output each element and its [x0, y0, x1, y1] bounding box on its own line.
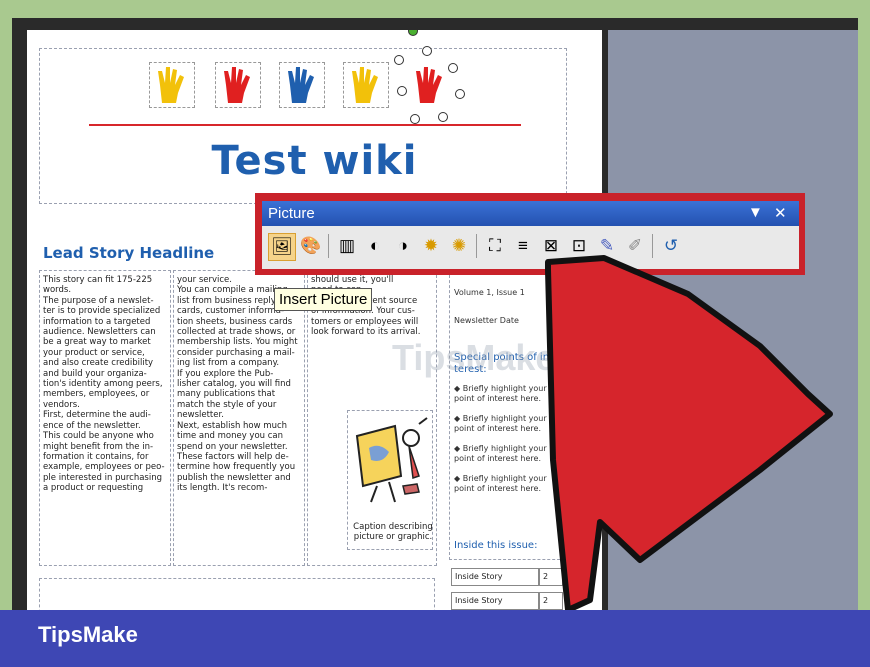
set-transparent-color-icon: ✐	[627, 236, 643, 255]
table-row[interactable]: Inside Story	[451, 568, 539, 586]
insert-picture-tooltip: Insert Picture	[274, 288, 373, 311]
lead-story-headline[interactable]: Lead Story Headline	[43, 244, 214, 262]
yellow-hand-image	[343, 62, 389, 108]
close-icon[interactable]: ✕	[774, 204, 787, 222]
selected-red-hand-image[interactable]	[407, 62, 453, 108]
masthead-rule	[89, 124, 521, 126]
less-contrast-icon: ◑	[397, 236, 409, 255]
rotate-handle[interactable]	[408, 30, 418, 36]
format-picture-button[interactable]: ▥	[334, 233, 360, 259]
toolbar-buttons: 🖼 🎨 ▥ ◐ ◑ ✹ ✺ ⛶ ≡ ⊠ ⊡ ✎ ✐ ↺	[266, 231, 796, 263]
brand-logo-text: TipsMake	[38, 622, 138, 647]
inside-issue-heading[interactable]: Inside this issue:	[454, 540, 537, 552]
picture-caption[interactable]: Caption describing picture or graphic.	[353, 522, 433, 546]
bullet-point[interactable]: ◆ Briefly highlight your point of intere…	[454, 474, 547, 494]
red-hand-image	[215, 62, 261, 108]
toolbar-options-icon[interactable]: ▼	[748, 204, 763, 221]
reset-picture-icon: ↺	[663, 236, 679, 255]
toolbar-titlebar[interactable]: Picture ▼ ✕	[262, 201, 799, 226]
set-transparent-color-button[interactable]: ✐	[622, 233, 648, 259]
bullet-point[interactable]: ◆ Briefly highlight your point of intere…	[454, 384, 547, 404]
resize-handle[interactable]	[410, 114, 420, 124]
table-row[interactable]: Inside Story	[451, 592, 539, 610]
resize-handle[interactable]	[422, 46, 432, 56]
toolbar-title: Picture	[268, 205, 315, 222]
picture-toolbar[interactable]: Picture ▼ ✕ 🖼 🎨 ▥ ◐ ◑ ✹ ✺ ⛶ ≡ ⊠ ⊡ ✎ ✐ ↺	[262, 201, 799, 269]
resize-handle[interactable]	[448, 63, 458, 73]
newsletter-date-text[interactable]: Newsletter Date	[454, 316, 519, 326]
toolbar-separator	[476, 234, 477, 258]
line-style-icon: ≡	[518, 236, 528, 255]
less-brightness-button[interactable]: ✺	[446, 233, 472, 259]
table-cell-page[interactable]: 2	[539, 592, 563, 610]
toolbar-separator	[328, 234, 329, 258]
more-brightness-icon: ✹	[423, 236, 439, 255]
less-brightness-icon: ✺	[451, 236, 467, 255]
volume-issue-text[interactable]: Volume 1, Issue 1	[454, 288, 525, 298]
less-contrast-button[interactable]: ◑	[390, 233, 416, 259]
format-object-icon: ✎	[599, 236, 615, 255]
compress-pictures-button[interactable]: ⊠	[538, 233, 564, 259]
yellow-hand-image	[149, 62, 195, 108]
resize-handle[interactable]	[394, 55, 404, 65]
color-button[interactable]: 🎨	[298, 233, 324, 259]
resize-handle[interactable]	[397, 86, 407, 96]
compress-pictures-icon: ⊠	[543, 236, 559, 255]
watermark: TipsMake	[392, 337, 556, 378]
toolbar-separator	[652, 234, 653, 258]
bottom-frame	[39, 578, 435, 610]
more-contrast-icon: ◐	[369, 236, 381, 255]
newsletter-title[interactable]: Test wiki	[27, 138, 602, 184]
bullet-point[interactable]: ◆ Briefly highlight your point of intere…	[454, 444, 547, 464]
format-picture-icon: ▥	[338, 236, 356, 255]
bullet-icon: ◆	[454, 474, 463, 483]
bullet-icon: ◆	[454, 444, 463, 453]
line-style-button[interactable]: ≡	[510, 233, 536, 259]
reset-picture-button[interactable]: ↺	[658, 233, 684, 259]
table-cell-page[interactable]: 2	[539, 568, 563, 586]
more-brightness-button[interactable]: ✹	[418, 233, 444, 259]
newsletter-page: Test wiki Lead Story Headline This story…	[27, 30, 602, 610]
crop-icon: ⛶	[489, 236, 501, 255]
story-column-2[interactable]: your service. You can compile a mailing …	[177, 275, 305, 565]
story-column-1[interactable]: This story can fit 175-225 words. The pu…	[43, 275, 171, 565]
bullet-icon: ◆	[454, 384, 463, 393]
insert-picture-icon: 🖼	[271, 237, 293, 256]
text-wrapping-icon: ⊡	[571, 236, 587, 255]
resize-handle[interactable]	[455, 89, 465, 99]
format-object-button[interactable]: ✎	[594, 233, 620, 259]
resize-handle[interactable]	[438, 112, 448, 122]
painter-clipart-icon	[355, 417, 428, 503]
scratch-area	[608, 30, 858, 610]
text-wrapping-button[interactable]: ⊡	[566, 233, 592, 259]
more-contrast-button[interactable]: ◐	[362, 233, 388, 259]
crop-button[interactable]: ⛶	[482, 233, 508, 259]
blue-hand-image	[279, 62, 325, 108]
color-icon: 🎨	[300, 236, 322, 255]
bullet-icon: ◆	[454, 414, 463, 423]
bullet-point[interactable]: ◆ Briefly highlight your point of intere…	[454, 414, 547, 434]
insert-picture-button[interactable]: 🖼	[268, 233, 296, 261]
